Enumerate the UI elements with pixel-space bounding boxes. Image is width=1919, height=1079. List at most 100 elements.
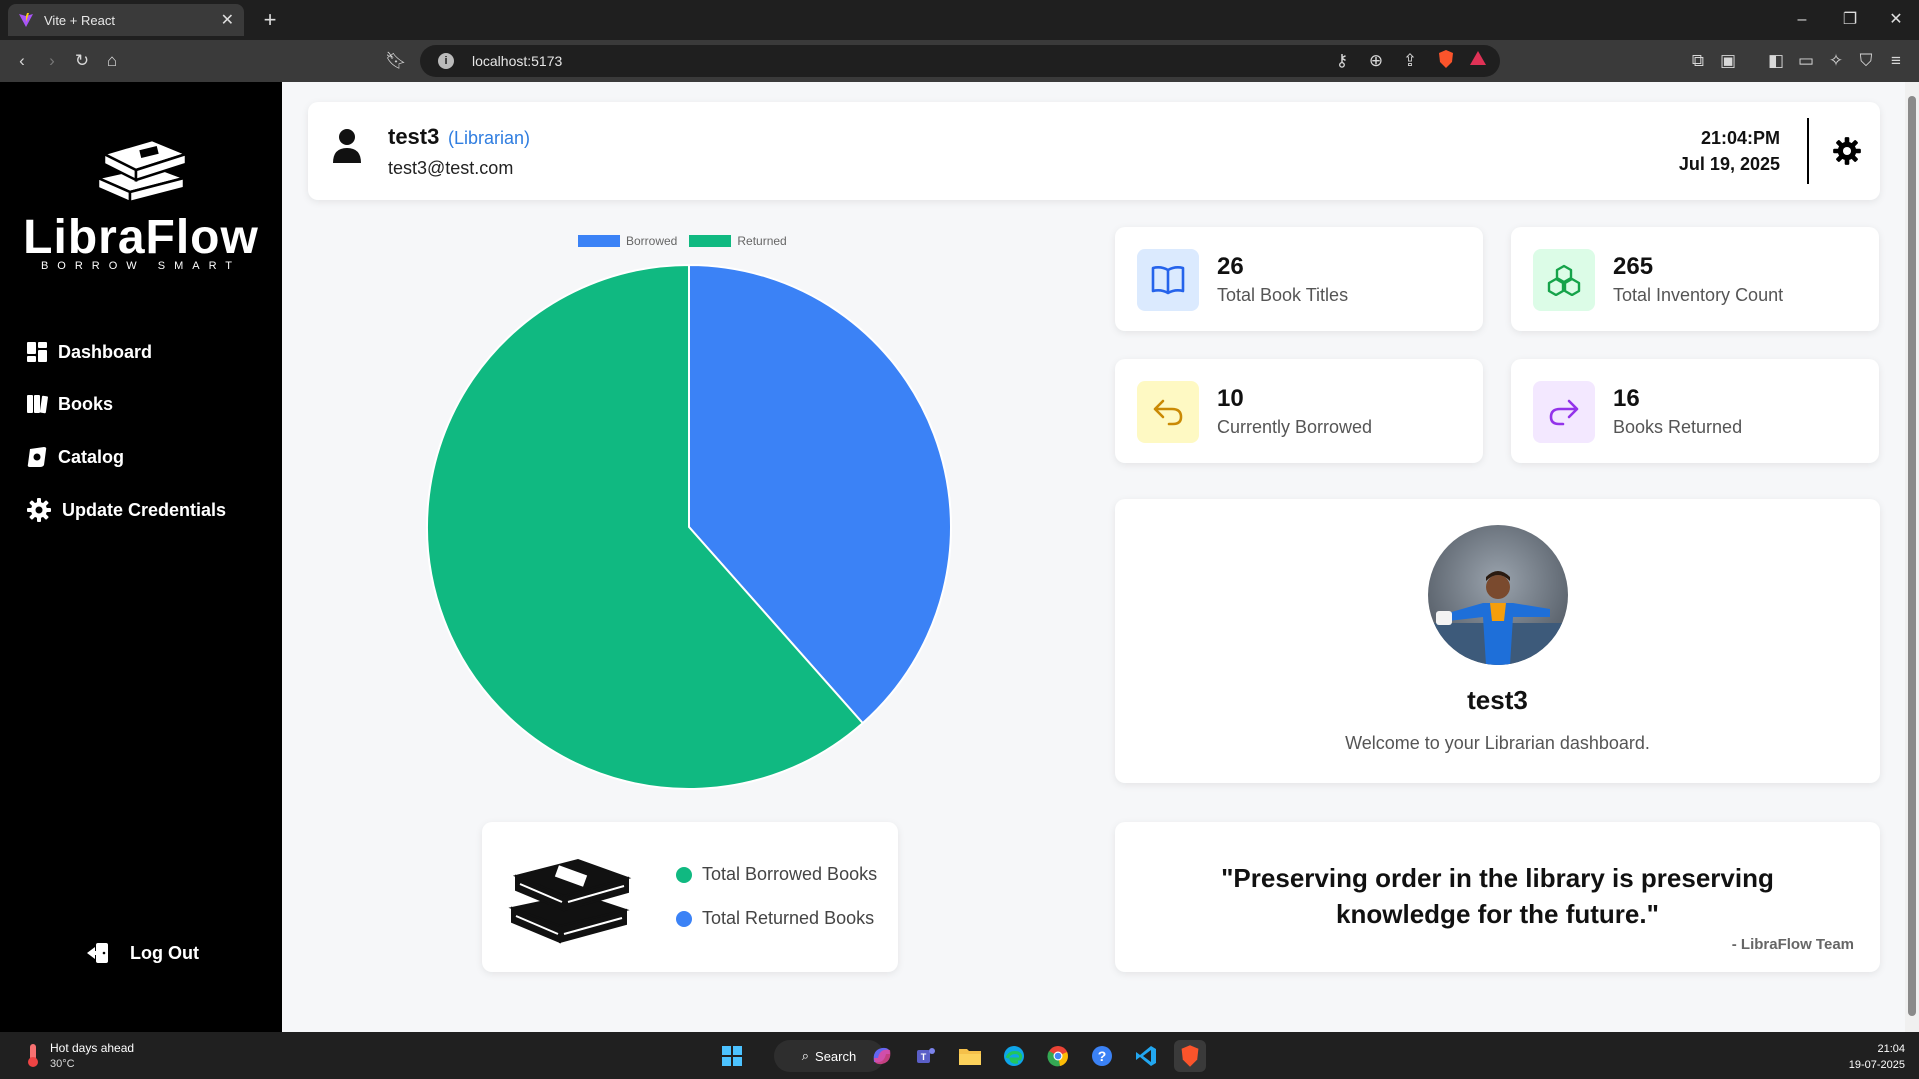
quote-card: "Preserving order in the library is pres…: [1115, 822, 1880, 972]
redo-arrow-icon: [1549, 399, 1579, 426]
clock-date: 19-07-2025: [1848, 1059, 1905, 1071]
avatar[interactable]: [1428, 525, 1568, 665]
stat-card-inventory: 265 Total Inventory Count: [1511, 227, 1879, 331]
wallet-icon[interactable]: ▭: [1794, 49, 1818, 73]
site-info-icon[interactable]: i: [438, 53, 454, 69]
brand-tagline: BORROW SMART: [40, 260, 242, 272]
profile-card: test3 Welcome to your Librarian dashboar…: [1115, 499, 1880, 783]
brand-name: LibraFlow: [23, 211, 259, 264]
quote-author: - LibraFlow Team: [1731, 936, 1854, 953]
teams-icon[interactable]: T: [910, 1040, 942, 1072]
zoom-icon[interactable]: ⊕: [1364, 49, 1388, 73]
extensions-icon[interactable]: ⧉: [1686, 49, 1710, 73]
current-time: 21:04:PM: [1700, 128, 1780, 148]
header-divider: [1807, 118, 1809, 184]
stat-value: 10: [1217, 385, 1244, 412]
vpn-icon[interactable]: ⛉: [1854, 49, 1878, 73]
legend-label-returned: Returned: [737, 234, 787, 248]
weather-title: Hot days ahead: [50, 1041, 135, 1055]
books-icon: [27, 395, 48, 414]
sidebar-item-update-credentials[interactable]: Update Credentials: [26, 494, 226, 526]
browser-toolbar: ‹ › ↻ ⌂ 🔖︎ i localhost:5173 ⚷ ⊕ ⇪ ⧉ ▣ ◧ …: [0, 40, 1919, 82]
legend-item-label: Total Borrowed Books: [702, 864, 878, 884]
legend-dot-green: [676, 866, 692, 883]
copilot-icon[interactable]: [866, 1040, 898, 1072]
bookmark-icon[interactable]: 🔖︎: [384, 49, 408, 73]
thermometer-icon[interactable]: [20, 1042, 46, 1068]
svg-text:?: ?: [1098, 1048, 1107, 1064]
home-icon[interactable]: ⌂: [100, 49, 124, 73]
key-icon[interactable]: ⚷: [1330, 49, 1354, 73]
clock-time: 21:04: [1877, 1043, 1905, 1055]
forward-icon[interactable]: ›: [40, 49, 64, 73]
quote-text: "Preserving order in the library is pres…: [1221, 863, 1774, 929]
stat-icon-bg: [1137, 249, 1199, 311]
restore-button[interactable]: ❐: [1827, 6, 1873, 34]
stat-card-borrowed: 10 Currently Borrowed: [1115, 359, 1483, 463]
profile-photo: [1428, 525, 1568, 665]
legend-swatch-borrowed: [578, 235, 620, 247]
stat-label: Currently Borrowed: [1217, 417, 1373, 437]
windows-logo-icon: [722, 1046, 742, 1066]
brave-shield-icon[interactable]: [1434, 49, 1458, 73]
settings-gear-icon[interactable]: [1832, 136, 1862, 166]
sidebar: LibraFlow BORROW SMART Dashboard Books C…: [0, 82, 282, 1032]
close-window-button[interactable]: ✕: [1873, 6, 1919, 34]
stat-label: Books Returned: [1613, 417, 1743, 437]
share-icon[interactable]: ⇪: [1398, 49, 1422, 73]
stat-value: 26: [1217, 253, 1244, 280]
logout-button[interactable]: Log Out: [86, 942, 199, 964]
legend-dot-blue: [676, 910, 692, 927]
sidebar-item-catalog[interactable]: Catalog: [26, 441, 124, 473]
sidebar-toggle-icon[interactable]: ◧: [1764, 49, 1788, 73]
scrollbar-thumb[interactable]: [1908, 96, 1916, 1016]
edge-icon[interactable]: [998, 1040, 1030, 1072]
legend-item-borrowed: Total Borrowed Books: [676, 864, 877, 885]
screenshot-icon[interactable]: ▣: [1716, 49, 1740, 73]
windows-taskbar: Hot days ahead 30°C ⌕ Search T ? 21:04 1…: [0, 1032, 1919, 1079]
user-name: test3: [388, 124, 440, 149]
close-tab-icon[interactable]: ✕: [221, 10, 234, 30]
menu-icon[interactable]: ≡: [1884, 49, 1908, 73]
system-clock[interactable]: 21:04 19-07-2025: [1849, 1041, 1905, 1073]
sidebar-item-dashboard[interactable]: Dashboard: [26, 336, 152, 368]
minimize-button[interactable]: –: [1779, 6, 1825, 34]
url-text: localhost:5173: [472, 53, 563, 69]
gear-icon: [27, 498, 51, 522]
stat-icon-bg: [1137, 381, 1199, 443]
stat-icon-bg: [1533, 249, 1595, 311]
brave-taskbar-icon[interactable]: [1174, 1040, 1206, 1072]
leo-ai-icon[interactable]: ✧: [1824, 49, 1848, 73]
start-button[interactable]: [716, 1040, 748, 1072]
stat-card-returned: 16 Books Returned: [1511, 359, 1879, 463]
profile-welcome: Welcome to your Librarian dashboard.: [1345, 733, 1650, 753]
catalog-icon: [27, 447, 47, 467]
book-stack-logo-icon: [94, 138, 190, 204]
stat-card-total-titles: 26 Total Book Titles: [1115, 227, 1483, 331]
vscode-icon[interactable]: [1130, 1040, 1162, 1072]
help-app-icon[interactable]: ?: [1086, 1040, 1118, 1072]
chrome-icon[interactable]: [1042, 1040, 1074, 1072]
page-scrollbar[interactable]: [1905, 82, 1919, 1032]
sidebar-item-label: Update Credentials: [62, 499, 227, 520]
browser-tab[interactable]: Vite + React ✕: [8, 4, 244, 36]
legend-swatch-returned: [689, 235, 732, 247]
sidebar-item-books[interactable]: Books: [26, 388, 113, 420]
weather-temp: 30°C: [50, 1058, 75, 1070]
brave-rewards-icon[interactable]: [1466, 49, 1490, 73]
user-header-card: test3 (Librarian) test3@test.com 21:04:P…: [308, 102, 1880, 200]
page-content: LibraFlow BORROW SMART Dashboard Books C…: [0, 82, 1919, 1032]
new-tab-button[interactable]: +: [256, 6, 284, 34]
reload-icon[interactable]: ↻: [70, 49, 94, 73]
svg-text:T: T: [921, 1052, 927, 1062]
chart-legend: Borrowed Returned: [578, 234, 787, 248]
sidebar-item-label: Books: [58, 393, 114, 414]
totals-legend-card: Total Borrowed Books Total Returned Book…: [482, 822, 898, 972]
sidebar-item-label: Dashboard: [58, 341, 153, 362]
file-explorer-icon[interactable]: [954, 1040, 986, 1072]
current-date: Jul 19, 2025: [1678, 154, 1780, 174]
back-icon[interactable]: ‹: [10, 49, 34, 73]
logout-icon: [87, 943, 108, 963]
undo-arrow-icon: [1153, 399, 1183, 426]
open-book-icon: [1151, 266, 1185, 295]
